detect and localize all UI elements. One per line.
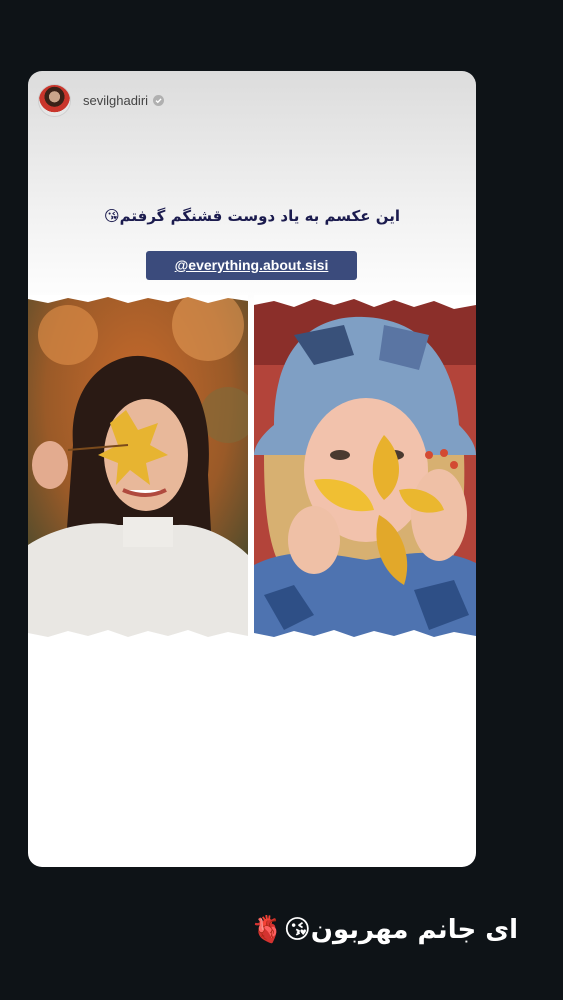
story-header: sevilghadiri: [38, 83, 165, 117]
story-caption: این عکسم به یاد دوست قشنگم گرفتم😘: [103, 207, 401, 225]
avatar[interactable]: [38, 83, 71, 117]
username[interactable]: sevilghadiri: [83, 93, 148, 108]
message-text: ای جانم مهربون😘🫀: [251, 915, 518, 945]
photo-right: [254, 295, 476, 641]
photo-left: [28, 295, 248, 641]
mention-sticker[interactable]: @everything.about.sisi: [146, 251, 357, 280]
story-card[interactable]: sevilghadiri این عکسم به یاد دوست قشنگم …: [28, 71, 476, 867]
verified-icon: [153, 94, 165, 106]
